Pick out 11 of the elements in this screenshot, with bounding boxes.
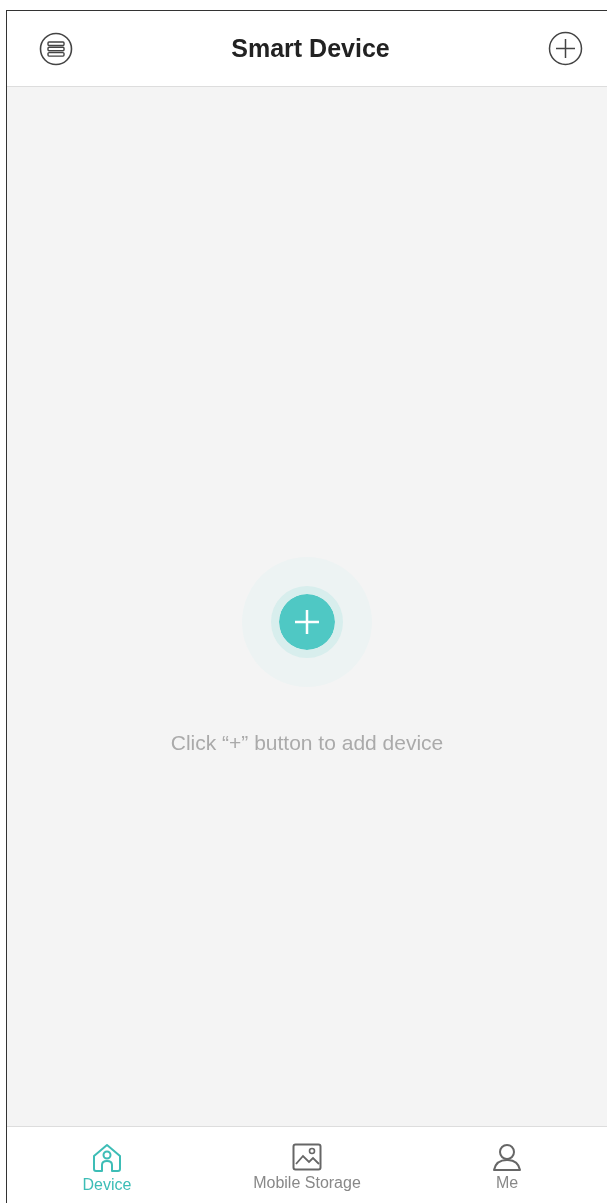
person-icon [492,1143,522,1171]
tab[interactable]: Mobile Storage [207,1127,407,1203]
menu-button[interactable] [39,31,73,66]
picture-icon [292,1143,322,1171]
page-title: Smart Device [231,32,390,64]
plus-icon [294,609,320,635]
empty-message: Click “+” button to add device [170,730,444,756]
home-icon [91,1143,123,1173]
add-button[interactable] [548,31,583,66]
tab[interactable]: Me [407,1127,607,1203]
tab[interactable]: Device [7,1127,207,1203]
